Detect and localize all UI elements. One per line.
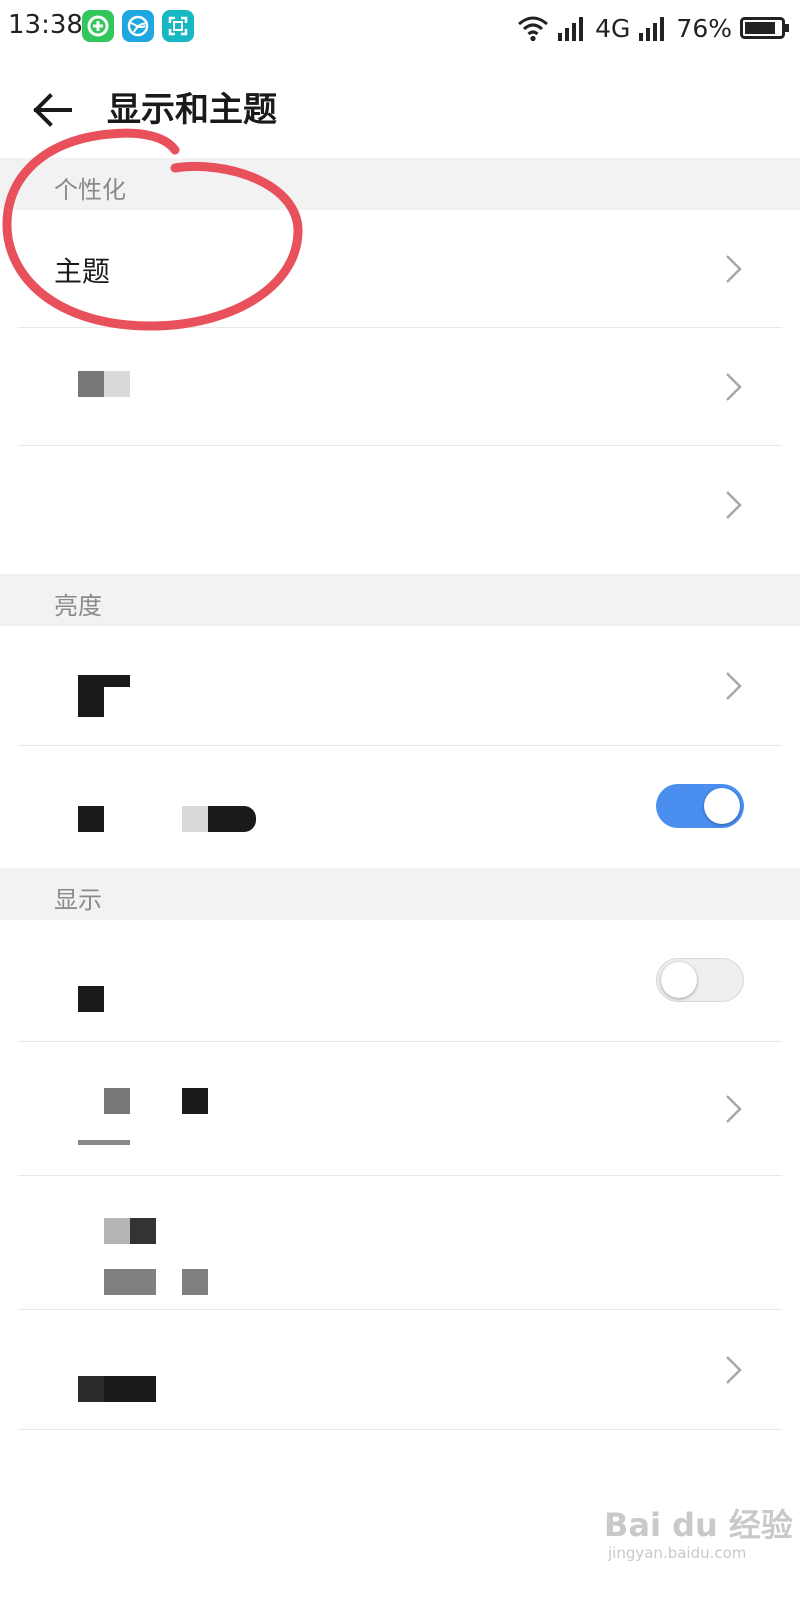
settings-row-display-4[interactable] bbox=[0, 1310, 800, 1430]
settings-row-personalization-2[interactable] bbox=[0, 328, 800, 446]
signal-icon bbox=[558, 17, 584, 41]
section-header-personalization: 个性化 bbox=[0, 158, 800, 210]
redacted-label bbox=[104, 1376, 156, 1402]
app-header: 显示和主题 bbox=[0, 56, 800, 160]
section-header-display: 显示 bbox=[0, 868, 800, 920]
chevron-right-icon bbox=[726, 491, 742, 519]
redacted-label bbox=[78, 806, 104, 832]
watermark-logo: Bai du 经验 bbox=[604, 1506, 793, 1544]
redacted-label bbox=[182, 806, 208, 832]
status-bar: 13:38 4G 76% bbox=[0, 0, 800, 56]
redacted-label bbox=[78, 986, 104, 1012]
app-green-icon bbox=[82, 10, 114, 42]
watermark-url: jingyan.baidu.com bbox=[608, 1544, 747, 1562]
status-time: 13:38 bbox=[8, 10, 83, 40]
redacted-label bbox=[182, 1088, 208, 1114]
settings-row-brightness-2[interactable] bbox=[0, 746, 800, 868]
redacted-label bbox=[104, 675, 130, 687]
settings-row-personalization-3[interactable] bbox=[0, 446, 800, 564]
battery-icon bbox=[740, 17, 789, 39]
app-blue-icon bbox=[122, 10, 154, 42]
redacted-label bbox=[104, 371, 130, 397]
section-title: 显示 bbox=[54, 886, 102, 914]
settings-row-display-1[interactable] bbox=[0, 920, 800, 1042]
settings-row-display-2[interactable] bbox=[0, 1042, 800, 1176]
redacted-label bbox=[78, 675, 104, 703]
chevron-right-icon bbox=[726, 255, 742, 283]
wifi-icon bbox=[518, 16, 549, 42]
redacted-label bbox=[208, 806, 256, 832]
settings-row-display-3[interactable] bbox=[0, 1176, 800, 1310]
redacted-label bbox=[78, 1140, 130, 1145]
redacted-label bbox=[104, 1088, 130, 1114]
redacted-label bbox=[130, 1218, 156, 1244]
redacted-label bbox=[104, 1218, 130, 1244]
redacted-label bbox=[182, 1269, 208, 1295]
signal-icon bbox=[639, 17, 665, 41]
battery-percent: 76% bbox=[676, 13, 732, 43]
section-title: 个性化 bbox=[54, 176, 126, 204]
back-arrow-icon[interactable] bbox=[28, 86, 76, 134]
toggle-knob bbox=[704, 788, 740, 824]
settings-row-theme[interactable]: 主题 bbox=[0, 210, 800, 328]
chevron-right-icon bbox=[726, 1095, 742, 1123]
toggle-switch-off[interactable] bbox=[656, 958, 744, 1002]
toggle-switch-on[interactable] bbox=[656, 784, 744, 828]
redacted-label bbox=[78, 703, 104, 717]
section-header-brightness: 亮度 bbox=[0, 574, 800, 626]
settings-row-brightness-1[interactable] bbox=[0, 626, 800, 746]
network-type: 4G bbox=[595, 13, 631, 43]
chevron-right-icon bbox=[726, 373, 742, 401]
toggle-knob bbox=[661, 962, 697, 998]
page-title: 显示和主题 bbox=[107, 90, 277, 130]
app-scan-icon bbox=[162, 10, 194, 42]
redacted-label bbox=[78, 371, 104, 397]
chevron-right-icon bbox=[726, 672, 742, 700]
redacted-label bbox=[78, 1376, 104, 1402]
row-label: 主题 bbox=[54, 255, 111, 288]
redacted-label bbox=[104, 1269, 156, 1295]
section-title: 亮度 bbox=[54, 592, 102, 620]
status-right: 4G 76% bbox=[517, 10, 790, 46]
chevron-right-icon bbox=[726, 1356, 742, 1384]
